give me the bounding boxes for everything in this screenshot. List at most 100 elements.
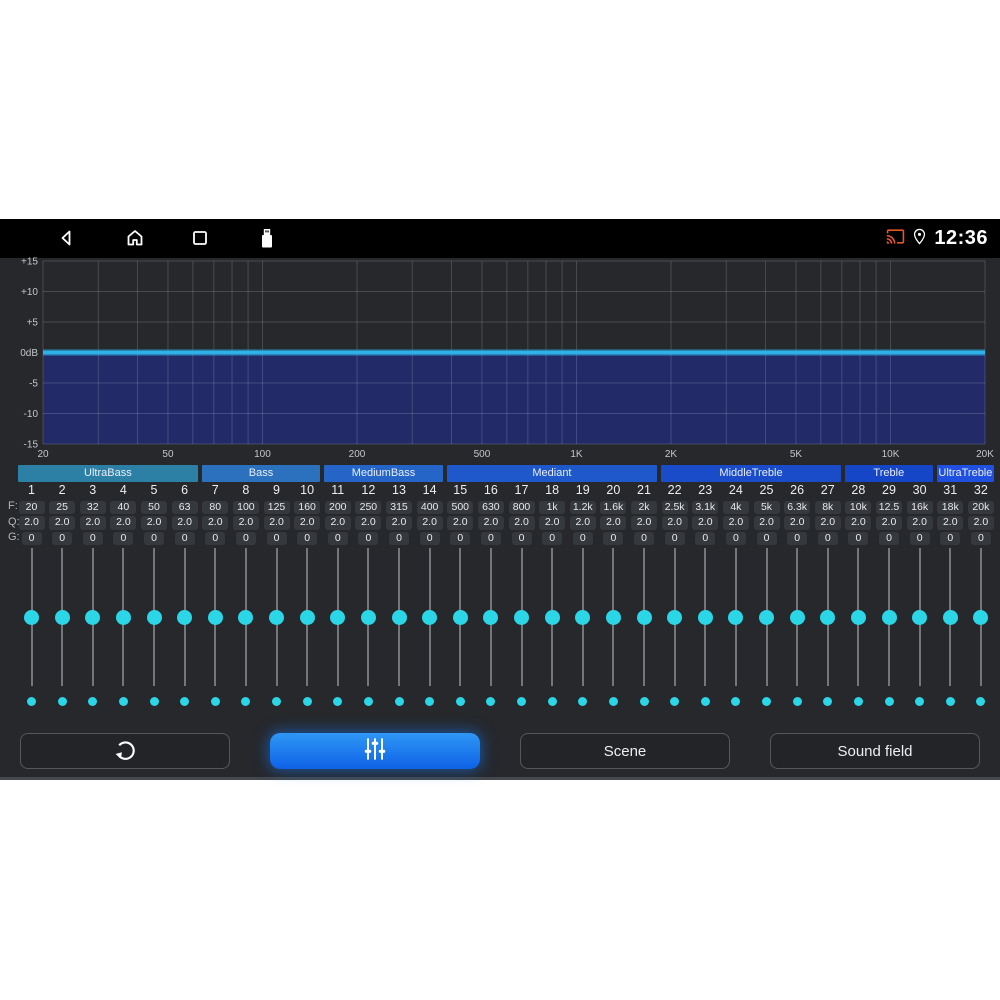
- eq-slider-thumb[interactable]: [789, 610, 805, 625]
- eq-slider-thumb[interactable]: [667, 610, 683, 625]
- band-gain-value: 0: [787, 531, 808, 545]
- band-gain-value: 0: [82, 531, 103, 545]
- band-q-value: 2.0: [631, 516, 657, 530]
- eq-slider-thumb[interactable]: [912, 610, 928, 625]
- eq-band-slider: [843, 548, 874, 710]
- band-indicator-dot: [670, 697, 680, 706]
- eq-band-slider: [751, 548, 782, 710]
- eq-slider-thumb[interactable]: [759, 610, 774, 625]
- eq-band-column: 14 400 2.0 0: [414, 483, 445, 545]
- band-indicator-dot: [394, 697, 404, 706]
- eq-slider-thumb[interactable]: [54, 610, 70, 625]
- eq-slider-thumb[interactable]: [24, 610, 39, 625]
- band-q-value: 2.0: [569, 516, 596, 530]
- eq-slider-thumb[interactable]: [697, 610, 713, 625]
- band-indicator-dot: [639, 697, 649, 706]
- recents-button[interactable]: [185, 224, 215, 254]
- scene-button-label: Scene: [603, 742, 647, 760]
- eq-slider-thumb[interactable]: [299, 610, 315, 625]
- band-q-value: 2.0: [600, 516, 627, 530]
- eq-slider-thumb[interactable]: [207, 610, 223, 625]
- band-number: 31: [943, 483, 958, 497]
- band-indicator-dot: [241, 697, 251, 706]
- x-axis-tick-label: 2K: [665, 449, 678, 460]
- eq-slider-thumb[interactable]: [575, 610, 591, 625]
- band-gain-value: 0: [634, 531, 654, 545]
- band-number: 30: [912, 483, 927, 497]
- back-button[interactable]: [52, 224, 82, 254]
- eq-band-column: 18 1k 2.0 0: [537, 483, 568, 545]
- band-indicator-dot: [180, 697, 190, 706]
- band-number: 24: [728, 483, 743, 497]
- x-axis-tick-label: 5K: [790, 449, 803, 460]
- usb-button[interactable]: [252, 224, 282, 254]
- eq-slider-thumb[interactable]: [973, 610, 989, 625]
- eq-slider-thumb[interactable]: [269, 610, 284, 625]
- equalizer-button[interactable]: [270, 733, 480, 769]
- eq-slider-thumb[interactable]: [85, 610, 101, 625]
- band-q-value: 2.0: [232, 516, 259, 530]
- eq-slider-thumb[interactable]: [728, 610, 744, 625]
- band-indicator-dot: [272, 697, 281, 706]
- eq-band-column: 2 25 2.0 0: [47, 483, 78, 545]
- eq-band-column: 4 40 2.0 0: [108, 483, 139, 545]
- band-q-value: 2.0: [324, 516, 351, 530]
- eq-slider-thumb[interactable]: [115, 610, 131, 625]
- eq-slider-thumb[interactable]: [330, 610, 346, 625]
- eq-slider-thumb[interactable]: [391, 610, 407, 625]
- band-gain-value: 0: [848, 531, 869, 545]
- eq-band-column: 15 500 2.0 0: [445, 483, 476, 545]
- eq-slider-thumb[interactable]: [544, 610, 560, 625]
- band-number: 21: [637, 483, 651, 497]
- eq-band-column: 10 160 2.0 0: [292, 483, 323, 545]
- scene-button[interactable]: Scene: [520, 733, 730, 769]
- eq-slider-thumb[interactable]: [146, 610, 162, 625]
- eq-slider-thumb[interactable]: [942, 610, 958, 625]
- eq-slider-thumb[interactable]: [514, 610, 529, 625]
- eq-slider-thumb[interactable]: [452, 610, 468, 625]
- back-icon: [55, 226, 79, 253]
- x-axis-tick-label: 500: [474, 449, 491, 460]
- band-gain-value: 0: [603, 531, 624, 545]
- reset-button[interactable]: [20, 733, 230, 769]
- band-frequency-value: 32: [79, 500, 106, 514]
- eq-slider-thumb[interactable]: [820, 610, 836, 625]
- eq-band-column: 17 800 2.0 0: [506, 483, 537, 545]
- eq-band-slider: [77, 548, 108, 710]
- eq-slider-thumb[interactable]: [483, 610, 499, 625]
- location-icon: [911, 228, 928, 250]
- band-indicator-dot: [486, 697, 496, 706]
- band-frequency-value: 3.1k: [692, 500, 719, 514]
- eq-band-column: 22 2.5k 2.0 0: [659, 483, 690, 545]
- eq-band-column: 24 4k 2.0 0: [720, 483, 751, 545]
- band-q-value: 2.0: [49, 516, 76, 530]
- eq-slider-thumb[interactable]: [605, 610, 621, 625]
- band-indicator-dot: [853, 697, 863, 706]
- cast-icon: [886, 227, 905, 251]
- x-axis-tick-label: 200: [349, 449, 366, 460]
- eq-slider-thumb[interactable]: [238, 610, 254, 625]
- eq-slider-thumb[interactable]: [422, 610, 438, 625]
- band-number: 28: [851, 483, 866, 497]
- eq-slider-thumb[interactable]: [636, 610, 652, 625]
- eq-band-slider: [720, 548, 751, 710]
- band-q-value: 2.0: [967, 516, 994, 530]
- band-indicator-dot: [363, 697, 373, 706]
- band-indicator-dot: [455, 697, 465, 706]
- eq-slider-thumb[interactable]: [881, 610, 897, 625]
- band-group-label: MiddleTreble: [719, 467, 783, 479]
- y-axis-tick-label: -15: [24, 440, 39, 451]
- eq-slider-thumb[interactable]: [360, 610, 376, 625]
- band-frequency-value: 5k: [753, 500, 780, 514]
- eq-band-column: 31 18k 2.0 0: [935, 483, 966, 545]
- band-gain-value: 0: [205, 531, 226, 545]
- band-gain-value: 0: [572, 531, 593, 545]
- eq-band-slider: [139, 548, 170, 710]
- eq-band-slider: [506, 548, 537, 710]
- band-q-value: 2.0: [753, 516, 780, 530]
- eq-slider-thumb[interactable]: [850, 610, 866, 625]
- eq-slider-thumb[interactable]: [177, 610, 193, 625]
- band-q-value: 2.0: [722, 516, 749, 530]
- home-button[interactable]: [120, 224, 150, 254]
- sound-field-button[interactable]: Sound field: [770, 733, 980, 769]
